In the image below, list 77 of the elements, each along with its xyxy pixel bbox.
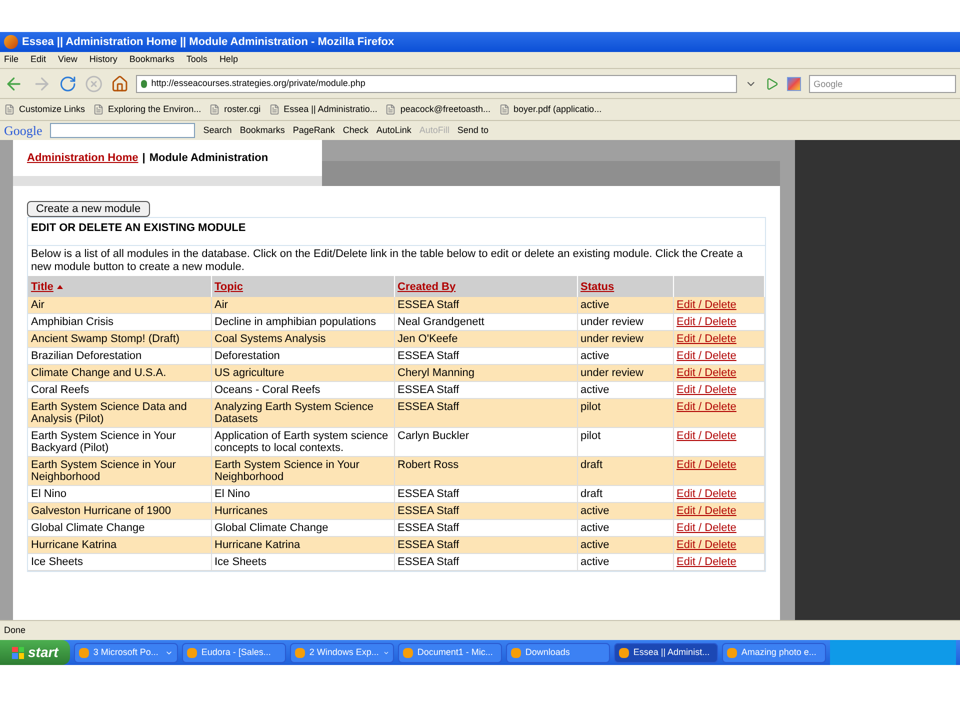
breadcrumb-current: Module Administration <box>149 150 268 166</box>
breadcrumb-separator: | <box>142 150 146 166</box>
bookmark-item[interactable]: Essea || Administratio... <box>268 102 378 116</box>
menu-item[interactable]: History <box>89 53 118 67</box>
toolbar-item[interactable]: Bookmarks <box>240 124 285 138</box>
menu-item[interactable]: Edit <box>30 53 46 67</box>
description: Below is a list of all modules in the database. Click on the Edit/Delete link in the table below to edit or delete an existing module. Click the Create a new module button to create a new module. <box>30 247 744 275</box>
menu-item[interactable]: View <box>58 53 78 67</box>
google-logo: Google <box>4 122 42 140</box>
sort-icon <box>57 284 64 289</box>
table-cell: ESSEA Staff <box>394 554 577 570</box>
edit-delete-link[interactable]: Edit / Delete <box>676 401 736 413</box>
menu-item[interactable]: Help <box>219 53 238 67</box>
app-icon <box>79 648 90 658</box>
table-cell: active <box>577 554 673 570</box>
toolbar-item[interactable]: Send to <box>457 124 488 138</box>
section-title: EDIT OR DELETE AN EXISTING MODULE <box>28 218 765 246</box>
taskbar-button[interactable]: 2 Windows Exp... <box>290 642 394 662</box>
page-icon <box>4 104 15 115</box>
home-icon[interactable] <box>110 74 128 92</box>
taskbar-button[interactable]: Downloads <box>506 642 610 662</box>
edit-delete-link[interactable]: Edit / Delete <box>676 350 736 362</box>
toolbar-item[interactable]: AutoLink <box>376 124 412 138</box>
reload-icon[interactable] <box>59 74 77 92</box>
app-icon <box>295 648 306 658</box>
app-icon <box>187 648 198 658</box>
toolbar-item[interactable]: Check <box>342 124 368 138</box>
edit-delete-link[interactable]: Edit / Delete <box>676 459 736 471</box>
edit-delete-link[interactable]: Edit / Delete <box>676 556 736 568</box>
address-field[interactable]: http://esseacourses.strategies.org/private/module.php <box>136 74 738 92</box>
app-icon <box>511 648 522 658</box>
google-search-field[interactable] <box>50 123 196 138</box>
edit-delete-link[interactable]: Edit / Delete <box>676 384 736 396</box>
taskbar-button[interactable]: Document1 - Mic... <box>398 642 502 662</box>
page-icon <box>385 104 396 115</box>
taskbar-button[interactable]: Essea || Administ... <box>614 642 718 662</box>
edit-delete-link[interactable]: Edit / Delete <box>676 505 736 517</box>
bookmark-item[interactable]: boyer.pdf (applicatio... <box>498 102 602 116</box>
edit-delete-link[interactable]: Edit / Delete <box>676 367 736 379</box>
go-icon[interactable] <box>765 76 779 90</box>
search-field[interactable]: Google <box>808 74 956 92</box>
table-cell: Ice Sheets <box>28 554 211 570</box>
browser-icon <box>4 35 18 49</box>
app-icon <box>403 648 414 658</box>
breadcrumb-link[interactable]: Administration Home <box>27 150 138 166</box>
stop-icon[interactable] <box>84 74 103 92</box>
toolbar-item[interactable]: PageRank <box>292 124 335 138</box>
bookmark-item[interactable]: peacock@freetoasth... <box>385 102 491 116</box>
status-bar: Done <box>0 620 960 640</box>
taskbar-button[interactable]: Amazing photo e... <box>722 642 826 662</box>
edit-delete-link[interactable]: Edit / Delete <box>676 488 736 500</box>
toolbar-item[interactable]: Search <box>203 124 232 138</box>
edit-delete-link[interactable]: Edit / Delete <box>676 333 736 345</box>
menu-item[interactable]: File <box>4 53 19 67</box>
app-icon <box>727 648 738 658</box>
start-button[interactable]: start <box>0 640 70 665</box>
bookmark-item[interactable]: Customize Links <box>4 102 86 116</box>
page-icon <box>498 104 510 115</box>
edit-delete-link[interactable]: Edit / Delete <box>676 299 736 311</box>
edit-delete-link[interactable]: Edit / Delete <box>676 522 736 534</box>
bookmark-item[interactable]: Exploring the Environ... <box>93 102 202 116</box>
create-module-button[interactable]: Create a new module <box>27 201 150 217</box>
page-icon <box>93 104 104 115</box>
page-icon <box>209 104 220 115</box>
window-title: Essea || Administration Home || Module Administration - Mozilla Firefox <box>22 34 394 50</box>
edit-delete-link[interactable]: Edit / Delete <box>676 539 736 551</box>
edit-delete-link[interactable]: Edit / Delete <box>676 316 736 328</box>
menu-item[interactable]: Tools <box>186 53 208 67</box>
page-icon <box>268 104 280 115</box>
table-cell: Ice Sheets <box>211 554 394 570</box>
bookmark-item[interactable]: roster.cgi <box>209 102 261 116</box>
menu-item[interactable]: Bookmarks <box>129 53 174 67</box>
taskbar-button[interactable]: 3 Microsoft Po... <box>74 642 178 662</box>
windows-logo-icon <box>12 646 24 658</box>
app-icon <box>619 648 630 658</box>
taskbar-button[interactable]: Eudora - [Sales... <box>182 642 286 662</box>
edit-delete-link[interactable]: Edit / Delete <box>676 430 736 442</box>
